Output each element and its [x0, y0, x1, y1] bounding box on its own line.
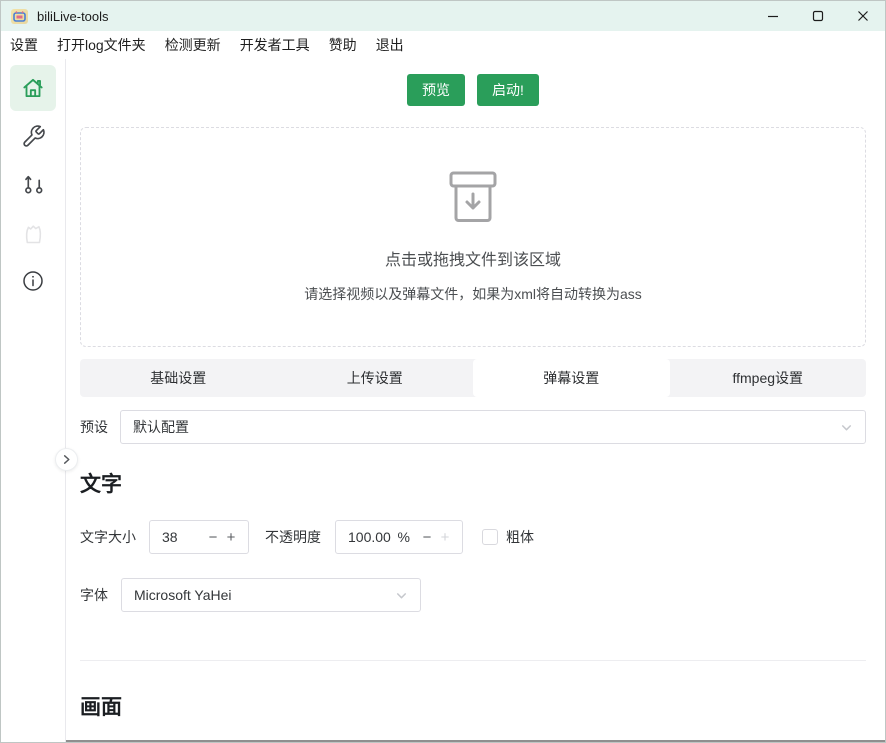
menubar: 设置 打开log文件夹 检测更新 开发者工具 赞助 退出	[1, 31, 885, 59]
window-title: biliLive-tools	[37, 9, 109, 24]
text-section-heading: 文字	[80, 468, 866, 498]
sidebar-item-home[interactable]	[10, 65, 56, 111]
sidebar-item-clip[interactable]	[10, 210, 56, 256]
actions-row: 预览 启动!	[80, 74, 866, 106]
menu-sponsor[interactable]: 赞助	[328, 33, 358, 57]
chevron-right-icon	[61, 454, 72, 465]
bold-label: 粗体	[506, 527, 534, 547]
bottom-edge-line	[66, 740, 885, 742]
settings-tabs: 基础设置 上传设置 弹幕设置 ffmpeg设置	[80, 359, 866, 397]
font-size-decrease-button[interactable]: −	[204, 530, 222, 545]
maximize-button[interactable]	[795, 1, 840, 31]
close-icon	[857, 10, 869, 22]
opacity-suffix: %	[398, 529, 410, 545]
canvas-section-heading: 画面	[80, 691, 866, 721]
file-dropzone[interactable]: 点击或拖拽文件到该区域 请选择视频以及弹幕文件，如果为xml将自动转换为ass	[80, 127, 866, 347]
sidebar-expand-button[interactable]	[55, 448, 78, 471]
app-window: biliLive-tools 设置 打开log文件夹 检测更新 开发者工具 赞助…	[0, 0, 886, 743]
menu-check-update[interactable]: 检测更新	[164, 33, 222, 57]
opacity-decrease-button[interactable]: −	[418, 530, 436, 545]
font-family-row: 字体 Microsoft YaHei	[80, 578, 866, 612]
titlebar: biliLive-tools	[1, 1, 885, 31]
text-controls-row: 文字大小 38 − + 不透明度 100.00 % − + 粗体	[80, 520, 866, 554]
chevron-down-icon	[840, 421, 853, 434]
sidebar-item-tools[interactable]	[10, 113, 56, 159]
preset-select-value: 默认配置	[133, 417, 832, 437]
minimize-icon	[767, 10, 779, 22]
font-size-input[interactable]: 38 − +	[149, 520, 249, 554]
tab-ffmpeg-settings[interactable]: ffmpeg设置	[670, 359, 867, 397]
preview-button[interactable]: 预览	[407, 74, 465, 106]
sidebar-item-convert[interactable]	[10, 160, 56, 206]
info-icon	[21, 269, 45, 293]
close-button[interactable]	[840, 1, 885, 31]
sidebar-item-about[interactable]	[10, 258, 56, 304]
chevron-down-icon	[395, 589, 408, 602]
preset-row: 预设 默认配置	[80, 410, 866, 444]
convert-icon	[21, 171, 46, 196]
minimize-button[interactable]	[750, 1, 795, 31]
dropzone-title: 点击或拖拽文件到该区域	[385, 246, 561, 270]
preset-label: 预设	[80, 417, 108, 437]
menu-open-log-folder[interactable]: 打开log文件夹	[56, 33, 147, 57]
tab-upload-settings[interactable]: 上传设置	[277, 359, 474, 397]
menu-settings[interactable]: 设置	[9, 33, 39, 57]
font-size-value: 38	[162, 529, 204, 545]
font-size-label: 文字大小	[80, 527, 136, 547]
opacity-label: 不透明度	[265, 527, 321, 547]
app-body: 预览 启动! 点击或拖拽文件到该区域 请选择视频以及弹幕文件，如果为xml将自动…	[1, 59, 885, 743]
main-content: 预览 启动! 点击或拖拽文件到该区域 请选择视频以及弹幕文件，如果为xml将自动…	[66, 59, 885, 743]
tab-danmaku-settings[interactable]: 弹幕设置	[473, 359, 670, 397]
font-family-label: 字体	[80, 585, 108, 605]
dropzone-subtitle: 请选择视频以及弹幕文件，如果为xml将自动转换为ass	[304, 284, 642, 304]
preset-select[interactable]: 默认配置	[120, 410, 866, 444]
opacity-increase-button[interactable]: +	[436, 530, 454, 545]
tab-basic-settings[interactable]: 基础设置	[80, 359, 277, 397]
wrench-icon	[21, 124, 46, 149]
font-family-value: Microsoft YaHei	[134, 587, 387, 603]
opacity-input[interactable]: 100.00 % − +	[335, 520, 463, 554]
clip-icon	[20, 220, 47, 247]
font-family-select[interactable]: Microsoft YaHei	[121, 578, 421, 612]
archive-download-icon	[448, 170, 498, 226]
home-icon	[20, 75, 46, 101]
bold-checkbox[interactable]	[482, 529, 498, 545]
app-logo-icon	[11, 9, 28, 24]
opacity-value: 100.00	[348, 529, 398, 545]
font-size-increase-button[interactable]: +	[222, 530, 240, 545]
menu-exit[interactable]: 退出	[375, 33, 405, 57]
section-divider	[80, 660, 866, 661]
start-button[interactable]: 启动!	[477, 74, 539, 106]
sidebar	[1, 59, 66, 743]
maximize-icon	[812, 10, 824, 22]
menu-devtools[interactable]: 开发者工具	[239, 33, 311, 57]
